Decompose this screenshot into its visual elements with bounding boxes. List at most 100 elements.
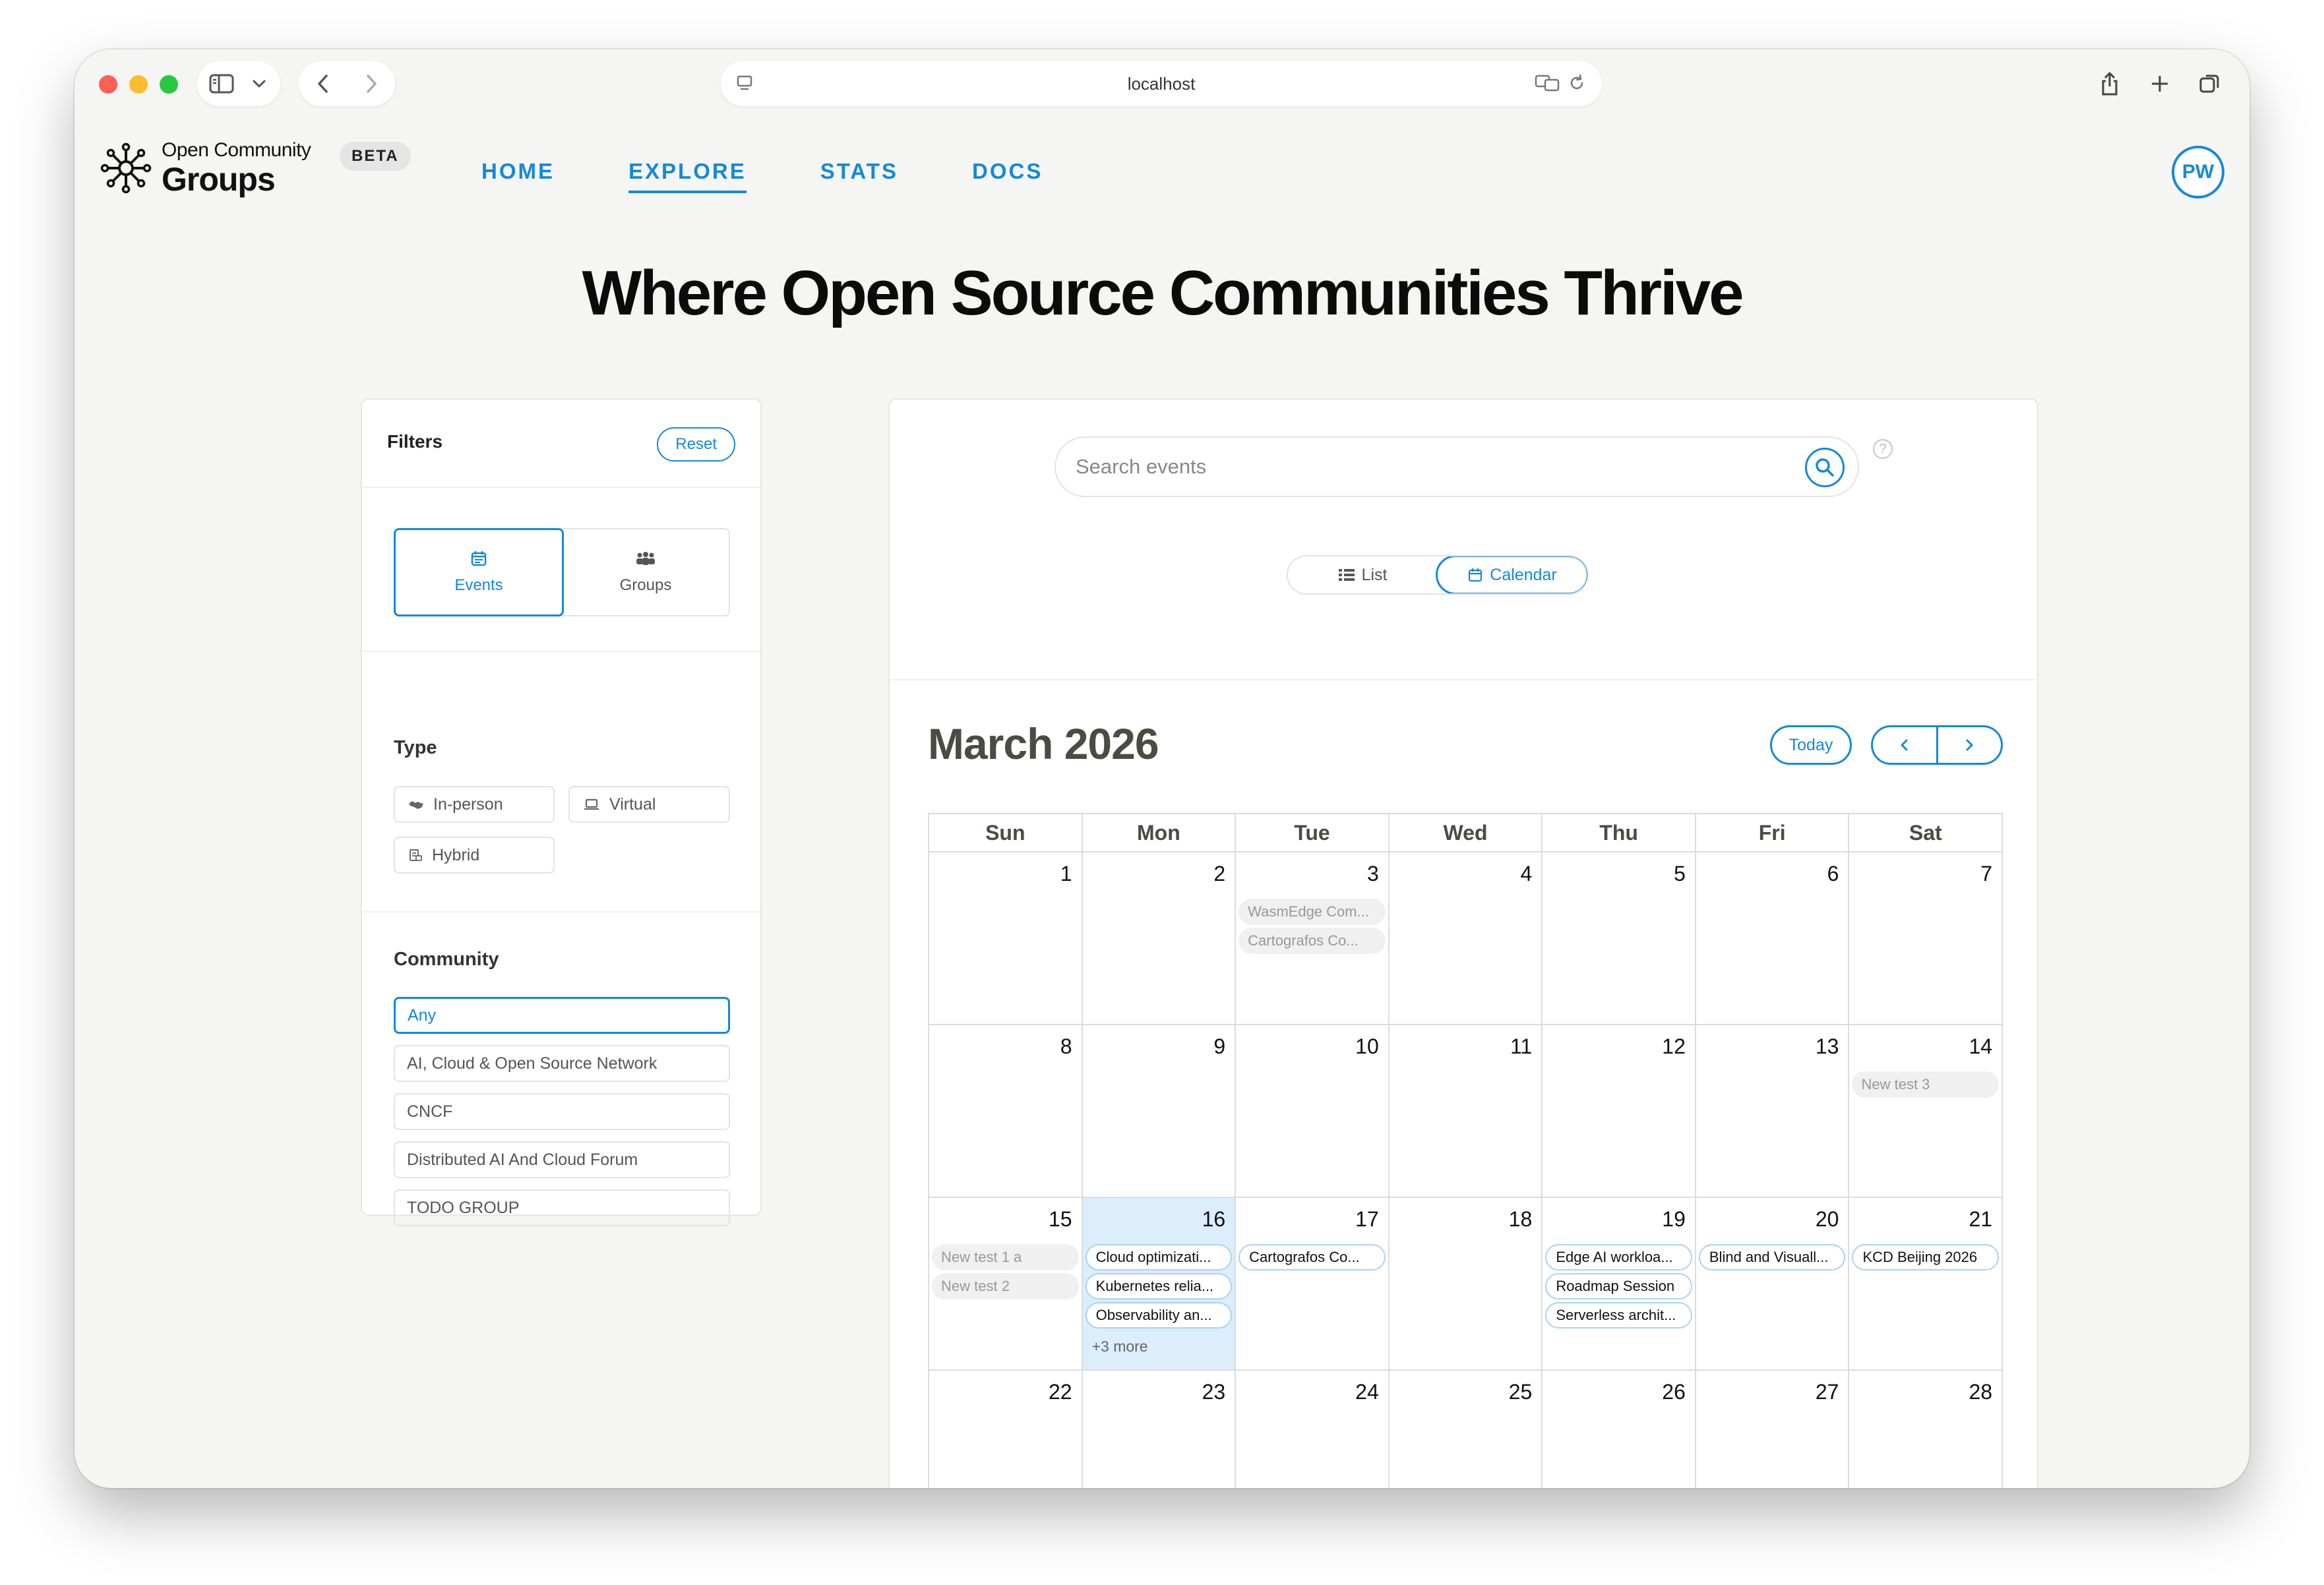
calendar-day[interactable]: 15 New test 1 a New test 2 bbox=[929, 1198, 1083, 1371]
calendar-day[interactable]: 8 bbox=[929, 1025, 1083, 1198]
calendar-event[interactable]: Kubernetes relia... bbox=[1085, 1273, 1233, 1300]
calendar-day[interactable]: 13 bbox=[1696, 1025, 1850, 1198]
day-events: New test 3 bbox=[1852, 1071, 2000, 1098]
logo-text: Open Community Groups bbox=[162, 140, 311, 196]
community-ai-cloud-open-source-network[interactable]: AI, Cloud & Open Source Network bbox=[394, 1045, 730, 1082]
type-in-person[interactable]: In-person bbox=[394, 786, 555, 823]
close-window-button[interactable] bbox=[99, 75, 117, 94]
search-input[interactable] bbox=[1076, 438, 1801, 496]
nav-explore[interactable]: EXPLORE bbox=[628, 159, 747, 193]
next-month-button[interactable] bbox=[1936, 727, 2002, 763]
calendar-event[interactable]: Observability an... bbox=[1085, 1302, 1233, 1329]
search-help-icon[interactable]: ? bbox=[1873, 439, 1893, 459]
day-events: Edge AI workloa... Roadmap Session Serverl… bbox=[1545, 1244, 1692, 1329]
calendar-event[interactable]: New test 2 bbox=[932, 1273, 1079, 1300]
calendar-day-today[interactable]: 16 Cloud optimizati... Kubernetes relia...… bbox=[1082, 1198, 1237, 1371]
calendar-day[interactable]: 23 bbox=[1083, 1371, 1237, 1488]
calendar-day[interactable]: 18 bbox=[1389, 1198, 1543, 1371]
calendar-day[interactable]: 3 WasmEdge Com... Cartografos Co... bbox=[1236, 852, 1390, 1025]
community-cncf[interactable]: CNCF bbox=[394, 1093, 730, 1130]
translate-icon[interactable] bbox=[1535, 73, 1561, 93]
calendar-event[interactable]: KCD Beijing 2026 bbox=[1852, 1244, 2000, 1271]
type-hybrid[interactable]: Hybrid bbox=[394, 837, 555, 874]
more-events-link[interactable]: +3 more bbox=[1086, 1338, 1233, 1356]
calendar-day[interactable]: 20 Blind and Visuall... bbox=[1696, 1198, 1850, 1371]
calendar-day[interactable]: 7 bbox=[1849, 852, 2003, 1025]
search-button[interactable] bbox=[1805, 448, 1845, 487]
nav-home[interactable]: HOME bbox=[481, 159, 555, 192]
calendar-day[interactable]: 11 bbox=[1389, 1025, 1543, 1198]
calendar-event[interactable]: Roadmap Session bbox=[1545, 1273, 1692, 1300]
new-tab-icon[interactable] bbox=[2147, 71, 2173, 97]
nav-stats[interactable]: STATS bbox=[820, 159, 898, 192]
calendar-day[interactable]: 27 bbox=[1696, 1371, 1850, 1488]
day-events: New test 1 a New test 2 bbox=[932, 1244, 1079, 1300]
maximize-window-button[interactable] bbox=[160, 75, 178, 94]
calendar-day[interactable]: 1 bbox=[929, 852, 1083, 1025]
calendar-event[interactable]: Blind and Visuall... bbox=[1698, 1244, 1846, 1271]
calendar-event[interactable]: Cartografos Co... bbox=[1238, 1244, 1386, 1271]
address-bar[interactable]: localhost bbox=[721, 61, 1602, 106]
filters-divider bbox=[362, 651, 760, 652]
calendar-day[interactable]: 14 New test 3 bbox=[1849, 1025, 2003, 1198]
type-virtual[interactable]: Virtual bbox=[568, 786, 730, 823]
today-button[interactable]: Today bbox=[1770, 725, 1852, 765]
calendar-day[interactable]: 10 bbox=[1236, 1025, 1390, 1198]
browser-window: localhost Open Community Groups BETA HOM… bbox=[75, 49, 2249, 1488]
previous-month-button[interactable] bbox=[1873, 727, 1936, 763]
back-arrow-icon[interactable] bbox=[314, 73, 332, 94]
reset-filters-button[interactable]: Reset bbox=[657, 427, 735, 462]
calendar-day[interactable]: 4 bbox=[1389, 852, 1543, 1025]
day-number: 6 bbox=[1827, 862, 1839, 885]
calendar-day[interactable]: 25 bbox=[1390, 1371, 1543, 1488]
forward-arrow-icon[interactable] bbox=[362, 73, 381, 94]
view-list-label: List bbox=[1361, 565, 1388, 584]
site-logo[interactable]: Open Community Groups bbox=[100, 140, 311, 196]
calendar-event[interactable]: Edge AI workloa... bbox=[1545, 1244, 1692, 1271]
tab-events[interactable]: Events bbox=[394, 528, 564, 616]
calendar-day[interactable]: 19 Edge AI workloa... Roadmap Session Serve… bbox=[1543, 1198, 1696, 1371]
community-todo-group[interactable]: TODO GROUP bbox=[394, 1189, 730, 1226]
calendar-day[interactable]: 9 bbox=[1082, 1025, 1237, 1198]
view-calendar-button[interactable]: Calendar bbox=[1436, 556, 1587, 593]
calendar-event[interactable]: WasmEdge Com... bbox=[1238, 899, 1386, 925]
page-menu-icon[interactable] bbox=[735, 75, 755, 93]
minimize-window-button[interactable] bbox=[129, 75, 148, 94]
type-section-title: Type bbox=[394, 737, 437, 758]
calendar-day[interactable]: 26 bbox=[1543, 1371, 1696, 1488]
search-box bbox=[1055, 436, 1859, 497]
view-list-button[interactable]: List bbox=[1288, 556, 1437, 593]
reload-icon[interactable] bbox=[1568, 73, 1586, 93]
calendar-day[interactable]: 12 bbox=[1543, 1025, 1696, 1198]
calendar-event[interactable]: Cloud optimizati... bbox=[1085, 1244, 1233, 1271]
nav-docs[interactable]: DOCS bbox=[972, 159, 1043, 192]
community-any[interactable]: Any bbox=[394, 997, 730, 1034]
calendar-day[interactable]: 6 bbox=[1696, 852, 1850, 1025]
calendar-day[interactable]: 24 bbox=[1236, 1371, 1390, 1488]
calendar-day[interactable]: 5 bbox=[1543, 852, 1696, 1025]
day-number: 13 bbox=[1815, 1034, 1839, 1058]
user-avatar[interactable]: PW bbox=[2172, 146, 2224, 198]
calendar-day[interactable]: 22 bbox=[929, 1371, 1083, 1488]
calendar-week: 1 2 3 WasmEdge Com... Cartografos Co... 4 5 6 7 bbox=[929, 852, 2003, 1025]
calendar-event[interactable]: Serverless archit... bbox=[1545, 1302, 1692, 1329]
view-toggle: List Calendar bbox=[1287, 555, 1589, 595]
community-distributed-ai-and-cloud-forum[interactable]: Distributed AI And Cloud Forum bbox=[394, 1141, 730, 1178]
tab-overview-icon[interactable] bbox=[2197, 71, 2223, 97]
calendar-event[interactable]: Cartografos Co... bbox=[1238, 928, 1386, 954]
weekday-label: Sun bbox=[929, 814, 1083, 852]
sidebar-icon bbox=[209, 74, 234, 94]
day-number: 8 bbox=[1060, 1034, 1072, 1058]
calendar-event[interactable]: New test 3 bbox=[1852, 1071, 2000, 1098]
calendar-day[interactable]: 17 Cartografos Co... bbox=[1236, 1198, 1390, 1371]
share-icon[interactable] bbox=[2096, 71, 2123, 97]
calendar-day[interactable]: 2 bbox=[1082, 852, 1237, 1025]
calendar-event[interactable]: New test 1 a bbox=[932, 1244, 1079, 1271]
community-section-title: Community bbox=[394, 949, 499, 970]
calendar-day[interactable]: 28 bbox=[1849, 1371, 2003, 1488]
browser-toolbar: localhost bbox=[75, 49, 2249, 118]
calendar-day[interactable]: 21 KCD Beijing 2026 bbox=[1849, 1198, 2003, 1371]
sidebar-toggle-button[interactable] bbox=[197, 61, 280, 106]
day-number: 20 bbox=[1815, 1207, 1839, 1231]
tab-groups[interactable]: Groups bbox=[563, 529, 729, 615]
